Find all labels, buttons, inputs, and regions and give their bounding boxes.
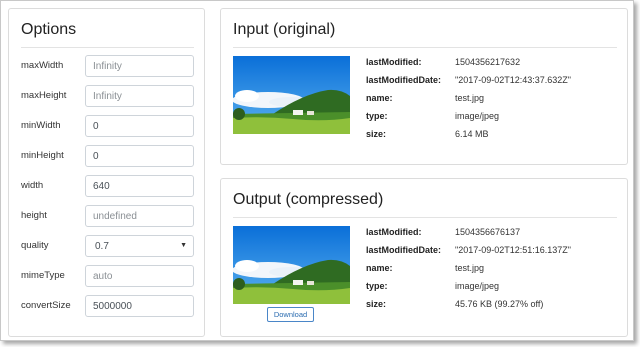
option-label-convertsize: convertSize xyxy=(21,300,71,311)
option-row-mimetype: mimeType auto xyxy=(21,265,194,287)
output-metadata: lastModified: 1504356676137 lastModified… xyxy=(366,227,621,317)
option-row-maxwidth: maxWidth Infinity xyxy=(21,55,194,77)
input-card: Input (original) lastModified: 150435621… xyxy=(220,8,628,165)
meta-key: type: xyxy=(366,111,388,121)
option-row-minheight: minHeight 0 xyxy=(21,145,194,167)
app-window: Options maxWidth Infinity maxHeight Infi… xyxy=(0,0,634,341)
meta-key: lastModifiedDate: xyxy=(366,75,442,85)
options-title: Options xyxy=(21,21,77,38)
convertsize-input[interactable]: 5000000 xyxy=(85,295,194,317)
meta-key: type: xyxy=(366,281,388,291)
minwidth-input[interactable]: 0 xyxy=(85,115,194,137)
width-input[interactable]: 640 xyxy=(85,175,194,197)
mimetype-input[interactable]: auto xyxy=(85,265,194,287)
meta-value: test.jpg xyxy=(455,93,485,103)
option-row-quality: quality 0.7 ▼ xyxy=(21,235,194,257)
option-label-minwidth: minWidth xyxy=(21,120,61,131)
meta-value: image/jpeg xyxy=(455,281,500,291)
meta-value: image/jpeg xyxy=(455,111,500,121)
quality-select-value: 0.7 xyxy=(95,241,109,252)
meta-key: size: xyxy=(366,129,387,139)
output-title: Output (compressed) xyxy=(233,191,384,208)
meta-key: size: xyxy=(366,299,387,309)
option-label-height: height xyxy=(21,210,47,221)
meta-value: 45.76 KB (99.27% off) xyxy=(455,299,544,309)
maxwidth-input[interactable]: Infinity xyxy=(85,55,194,77)
quality-select[interactable]: 0.7 ▼ xyxy=(85,235,194,257)
meta-value: test.jpg xyxy=(455,263,485,273)
meta-value: "2017-09-02T12:43:37.632Z" xyxy=(455,75,571,85)
input-title: Input (original) xyxy=(233,21,336,38)
option-label-width: width xyxy=(21,180,44,191)
output-divider xyxy=(233,217,617,218)
chevron-down-icon: ▼ xyxy=(180,242,187,249)
meta-value: "2017-09-02T12:51:16.137Z" xyxy=(455,245,571,255)
meta-value: 1504356217632 xyxy=(455,57,521,67)
meta-key: lastModified: xyxy=(366,57,422,67)
option-label-maxwidth: maxWidth xyxy=(21,60,64,71)
option-row-convertsize: convertSize 5000000 xyxy=(21,295,194,317)
height-input[interactable]: undefined xyxy=(85,205,194,227)
option-row-maxheight: maxHeight Infinity xyxy=(21,85,194,107)
meta-value: 1504356676137 xyxy=(455,227,521,237)
maxheight-input[interactable]: Infinity xyxy=(85,85,194,107)
options-card: Options maxWidth Infinity maxHeight Infi… xyxy=(8,8,205,337)
meta-key: lastModified: xyxy=(366,227,422,237)
option-label-mimetype: mimeType xyxy=(21,270,65,281)
option-row-width: width 640 xyxy=(21,175,194,197)
option-row-minwidth: minWidth 0 xyxy=(21,115,194,137)
option-row-height: height undefined xyxy=(21,205,194,227)
meta-key: name: xyxy=(366,263,393,273)
meta-key: lastModifiedDate: xyxy=(366,245,442,255)
meta-key: name: xyxy=(366,93,393,103)
meta-value: 6.14 MB xyxy=(455,129,489,139)
option-label-quality: quality xyxy=(21,240,49,251)
input-thumbnail xyxy=(233,56,350,134)
option-label-minheight: minHeight xyxy=(21,150,64,161)
download-button[interactable]: Download xyxy=(267,307,314,322)
minheight-input[interactable]: 0 xyxy=(85,145,194,167)
input-divider xyxy=(233,47,617,48)
option-label-maxheight: maxHeight xyxy=(21,90,67,101)
options-divider xyxy=(21,47,194,48)
input-metadata: lastModified: 1504356217632 lastModified… xyxy=(366,57,621,147)
output-thumbnail xyxy=(233,226,350,304)
